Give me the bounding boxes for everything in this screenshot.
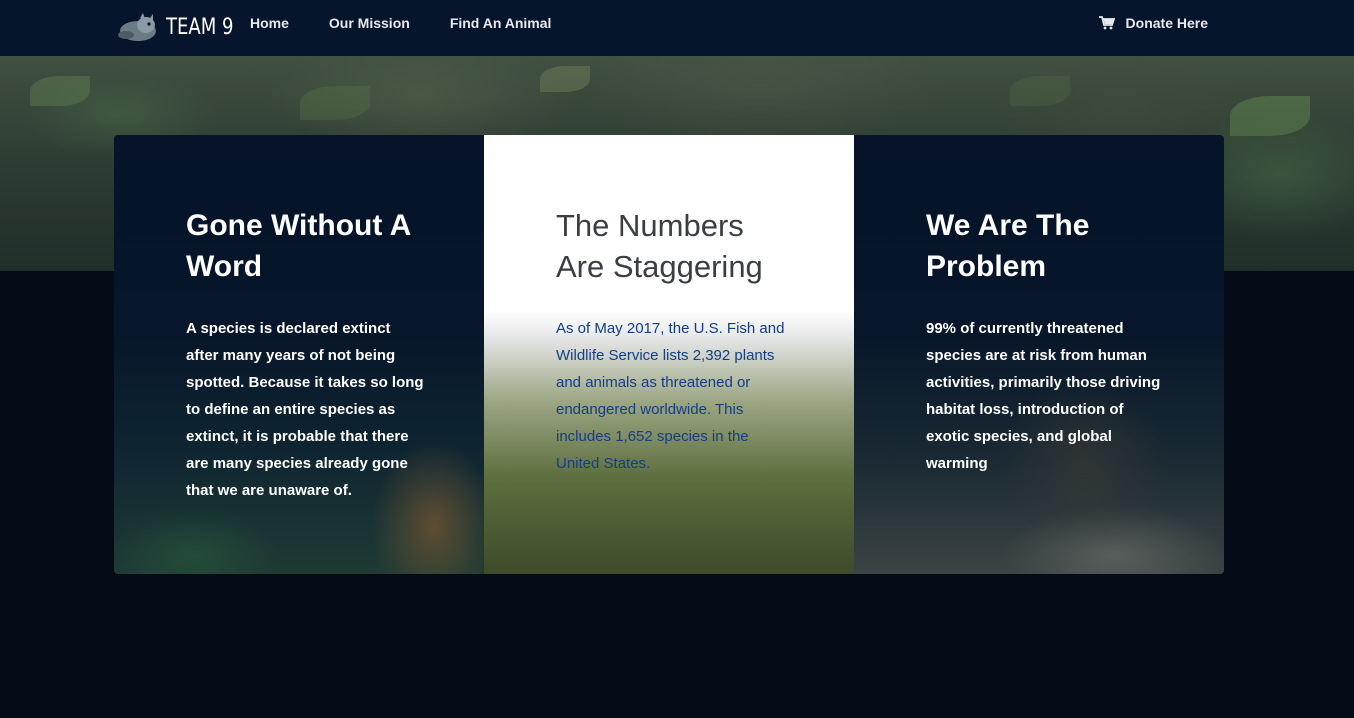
leaf-decoration [300, 86, 370, 120]
donate-button[interactable]: Donate Here [1098, 0, 1208, 46]
card-the-numbers-are-staggering: The Numbers Are Staggering As of May 201… [484, 135, 854, 574]
navbar: TEAM 9 Home Our Mission Find An Animal D… [0, 0, 1354, 56]
card-title: Gone Without A Word [186, 209, 411, 283]
leaf-decoration [540, 66, 590, 92]
card-title: We Are The Problem [926, 209, 1090, 283]
nav-link-home[interactable]: Home [250, 15, 289, 31]
card-body: As of May 2017, the U.S. Fish and Wildli… [556, 320, 785, 472]
card-title: The Numbers Are Staggering [556, 208, 763, 284]
leaf-decoration [1230, 96, 1310, 136]
donate-label: Donate Here [1125, 15, 1208, 31]
card-body: A species is declared extinct after many… [186, 320, 424, 499]
cart-icon [1098, 16, 1115, 30]
info-cards: Gone Without A Word A species is declare… [114, 135, 1224, 574]
nav-links: Home Our Mission Find An Animal [250, 0, 591, 46]
leaf-decoration [1010, 76, 1070, 106]
card-gone-without-a-word: Gone Without A Word A species is declare… [114, 135, 484, 574]
brand-name: TEAM 9 [166, 14, 234, 40]
card-body: 99% of currently threatened species are … [926, 320, 1161, 472]
nav-link-find-an-animal[interactable]: Find An Animal [450, 15, 552, 31]
nav-link-our-mission[interactable]: Our Mission [329, 15, 410, 31]
leaf-decoration [30, 76, 90, 106]
card-we-are-the-problem: We Are The Problem 99% of currently thre… [854, 135, 1224, 574]
brand[interactable]: TEAM 9 [116, 8, 248, 46]
red-panda-logo-icon [116, 9, 160, 45]
